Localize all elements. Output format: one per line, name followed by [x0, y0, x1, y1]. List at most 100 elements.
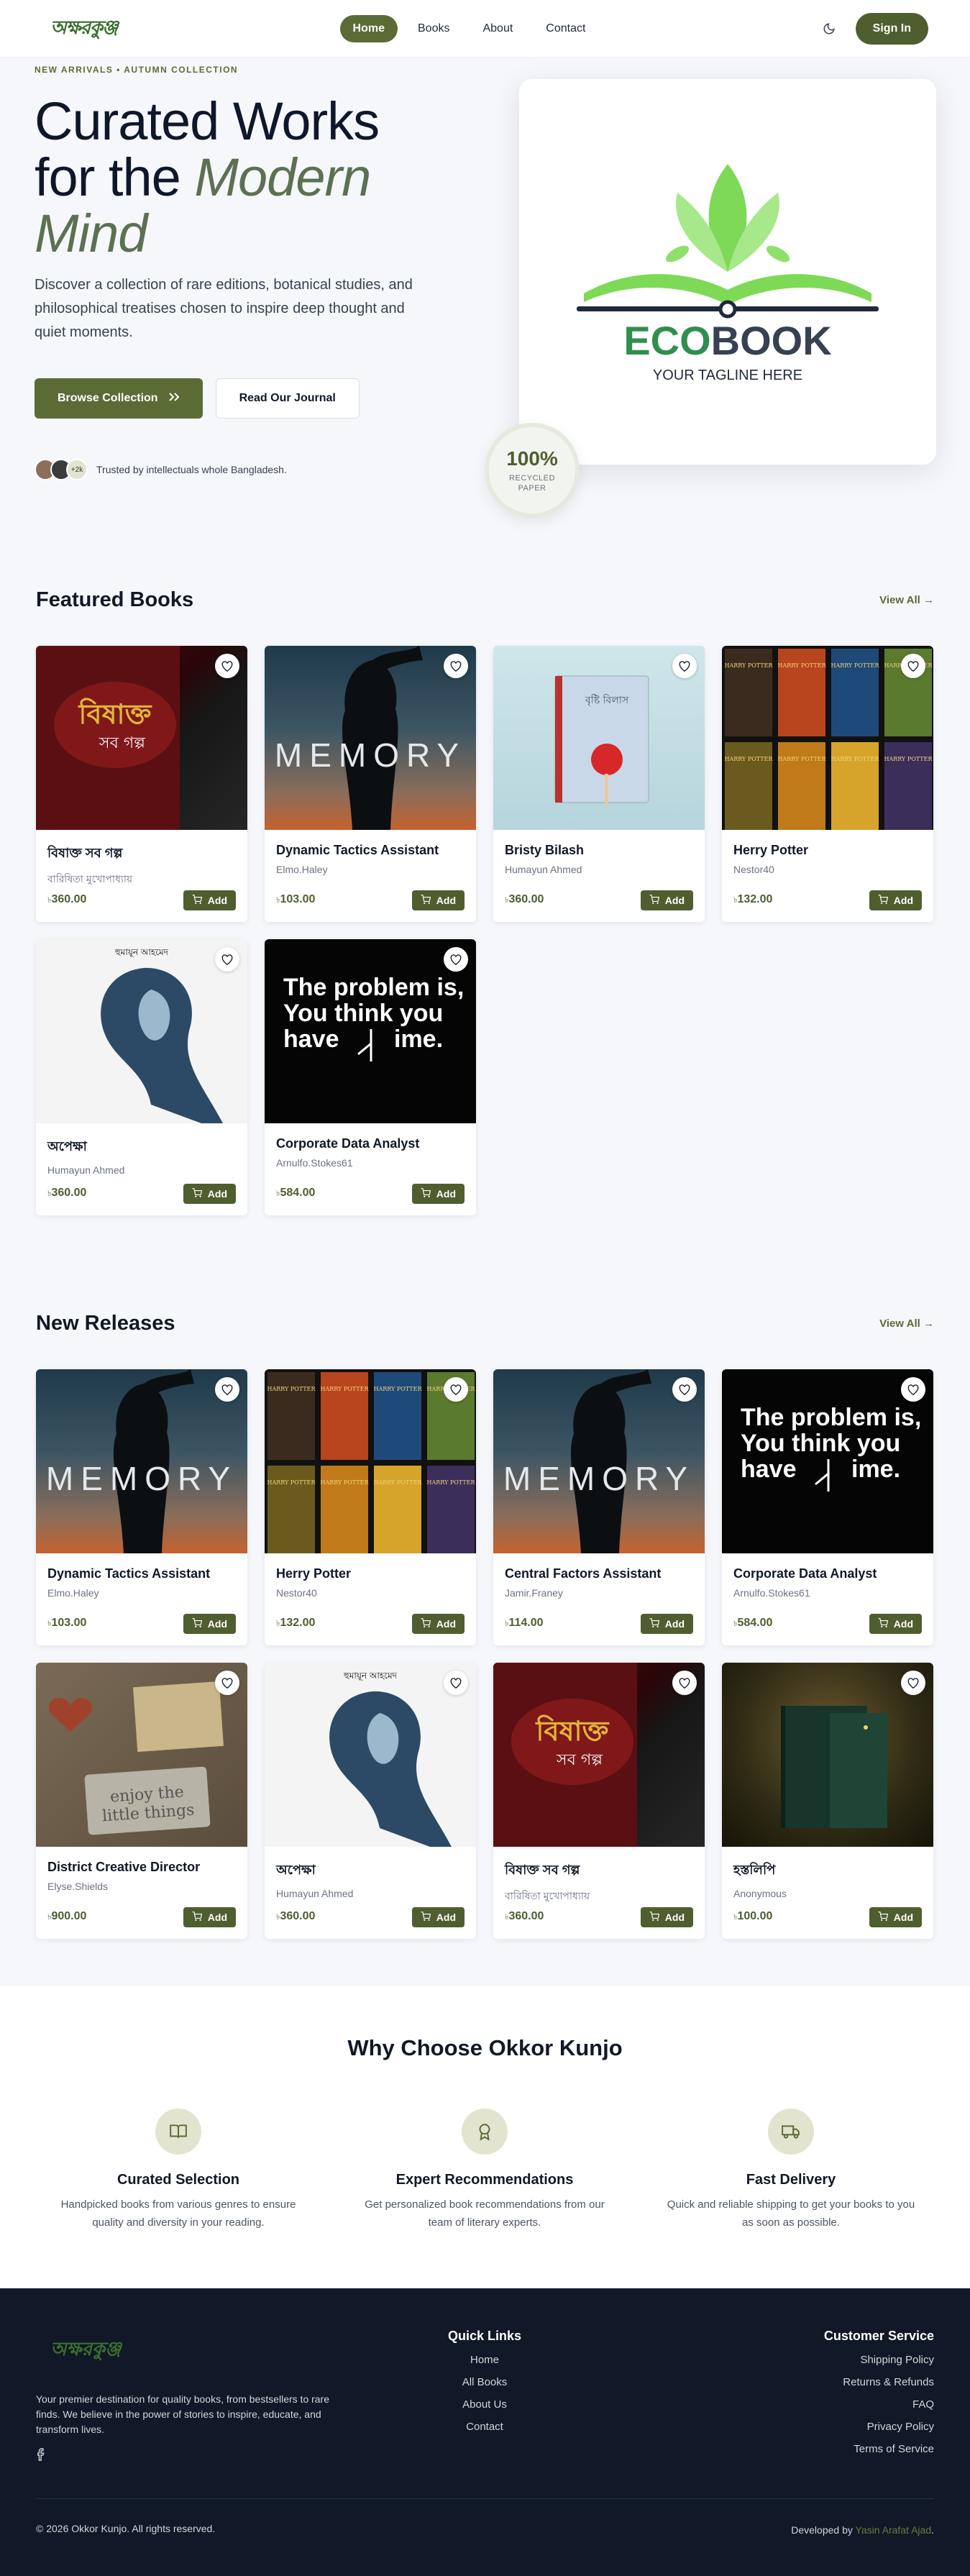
nav-link-home[interactable]: Home	[339, 14, 398, 42]
add-to-cart-button[interactable]: Add	[411, 1907, 465, 1927]
book-card[interactable]: হুমায়ূন আহমেদ অপেক্ষা Humayun Ahmed ৳360.0…	[265, 1663, 476, 1939]
footer-link-privacy[interactable]: Privacy Policy	[776, 2421, 934, 2433]
facebook-icon[interactable]	[37, 2448, 46, 2465]
view-all-link[interactable]: View All →	[879, 594, 934, 606]
book-card[interactable]: The problem is, You think you have ime. Corp…	[265, 939, 476, 1215]
heart-icon[interactable]	[215, 947, 239, 972]
book-cover[interactable]: বিষাক্ত সব গল্প	[493, 1663, 705, 1847]
book-cover[interactable]: MEMORY	[265, 646, 476, 830]
heart-icon[interactable]	[444, 654, 468, 678]
add-to-cart-button[interactable]: Add	[869, 1614, 922, 1634]
footer-link-home[interactable]: Home	[413, 2354, 557, 2366]
heart-icon[interactable]	[215, 1671, 239, 1695]
book-cover[interactable]: বৃষ্টি বিলাস	[493, 646, 705, 830]
badge-label-1: RECYCLED	[509, 474, 555, 483]
add-to-cart-button[interactable]: Add	[411, 1614, 465, 1634]
book-cover[interactable]: হুমায়ূন আহমেদ	[265, 1663, 476, 1847]
book-title[interactable]: বিষাক্ত সব গল্প	[505, 1860, 693, 1882]
footer-link-all-books[interactable]: All Books	[413, 2376, 557, 2388]
read-journal-button[interactable]: Read Our Journal	[215, 378, 360, 419]
footer-link-faq[interactable]: FAQ	[776, 2398, 934, 2411]
heart-icon[interactable]	[444, 1377, 468, 1402]
book-title[interactable]: অপেক্ষা	[276, 1860, 465, 1882]
book-card[interactable]: MEMORY Dynamic Tactics Assistant Elmo.Hale…	[265, 646, 476, 922]
nav-link-books[interactable]: Books	[405, 15, 462, 42]
book-card[interactable]: বৃষ্টি বিলাস Bristy Bilash Humayun Ahmed ৳3…	[493, 646, 705, 922]
footer-link-about-us[interactable]: About Us	[413, 2398, 557, 2411]
add-to-cart-button[interactable]: Add	[183, 890, 236, 910]
book-title[interactable]: Herry Potter	[276, 1566, 465, 1581]
heart-icon[interactable]	[215, 1377, 239, 1402]
book-cover[interactable]: The problem is, You think you have ime.	[722, 1369, 933, 1553]
book-cover[interactable]: enjoy the little things	[36, 1663, 247, 1847]
heart-icon[interactable]	[901, 1671, 925, 1695]
book-cover[interactable]: হুমায়ূন আহমেদ	[36, 939, 247, 1123]
price-value: 360.00	[508, 893, 544, 905]
sign-in-button[interactable]: Sign In	[855, 12, 928, 45]
book-card[interactable]: HARRY POTTER HARRY POTTER HARRY POTTER HARR…	[722, 646, 933, 922]
book-card[interactable]: MEMORY Central Factors Assistant Jamir.Fra…	[493, 1369, 705, 1645]
add-to-cart-button[interactable]: Add	[869, 890, 922, 910]
add-to-cart-button[interactable]: Add	[869, 1907, 922, 1927]
book-title[interactable]: District Creative Director	[47, 1860, 236, 1875]
book-cover[interactable]: MEMORY	[493, 1369, 705, 1553]
add-to-cart-button[interactable]: Add	[640, 1614, 693, 1634]
add-to-cart-button[interactable]: Add	[411, 890, 465, 910]
book-title[interactable]: Corporate Data Analyst	[276, 1136, 465, 1151]
add-to-cart-button[interactable]: Add	[411, 1184, 465, 1204]
add-to-cart-button[interactable]: Add	[183, 1907, 236, 1927]
heart-icon[interactable]	[901, 1377, 925, 1402]
view-all-link[interactable]: View All →	[879, 1317, 934, 1330]
book-card[interactable]: enjoy the little things District Creative …	[36, 1663, 247, 1939]
book-cover[interactable]: MEMORY	[36, 1369, 247, 1553]
cover-title-line1: The problem is,	[741, 1404, 921, 1431]
book-card[interactable]: The problem is, You think you have ime. Corp…	[722, 1369, 933, 1645]
heart-icon[interactable]	[672, 654, 697, 678]
nav-link-contact[interactable]: Contact	[533, 15, 598, 42]
footer-link-shipping[interactable]: Shipping Policy	[776, 2354, 934, 2366]
footer-link-returns[interactable]: Returns & Refunds	[776, 2376, 934, 2388]
footer-link-contact[interactable]: Contact	[413, 2421, 557, 2433]
heart-icon[interactable]	[672, 1671, 697, 1695]
heart-icon[interactable]	[901, 654, 925, 678]
heart-icon[interactable]	[672, 1377, 697, 1402]
add-to-cart-button[interactable]: Add	[640, 1907, 693, 1927]
site-logo[interactable]: অক্ষরকুঞ্জ	[50, 13, 118, 45]
book-cover[interactable]: The problem is, You think you have ime.	[265, 939, 476, 1123]
add-to-cart-button[interactable]: Add	[640, 890, 693, 910]
nav-link-about[interactable]: About	[470, 15, 526, 42]
book-title[interactable]: হস্তলিপি	[733, 1860, 922, 1882]
hero-title: Curated Works for the Modern Mind	[35, 93, 466, 262]
book-card[interactable]: হস্তলিপি Anonymous ৳100.00 Add	[722, 1663, 933, 1939]
book-card[interactable]: MEMORY Dynamic Tactics Assistant Elmo.Hale…	[36, 1369, 247, 1645]
hero-subtitle: Discover a collection of rare editions, …	[35, 277, 413, 340]
book-card[interactable]: হুমায়ূন আহমেদ অপেক্ষা Humayun Ahmed ৳360.0…	[36, 939, 247, 1215]
book-title[interactable]: Dynamic Tactics Assistant	[276, 843, 465, 858]
add-to-cart-button[interactable]: Add	[183, 1184, 236, 1204]
book-cover[interactable]: HARRY POTTER HARRY POTTER HARRY POTTER HARR…	[265, 1369, 476, 1553]
book-card[interactable]: বিষাক্ত সব গল্প বিষাক্ত সব গল্প বারিষিতা মু…	[493, 1663, 705, 1939]
book-title[interactable]: বিষাক্ত সব গল্প	[47, 843, 236, 865]
book-card[interactable]: HARRY POTTER HARRY POTTER HARRY POTTER HARR…	[265, 1369, 476, 1645]
book-price: ৳900.00	[47, 1910, 86, 1924]
book-title[interactable]: Central Factors Assistant	[505, 1566, 693, 1581]
book-title[interactable]: অপেক্ষা	[47, 1136, 236, 1159]
footer-link-terms[interactable]: Terms of Service	[776, 2443, 934, 2455]
heart-icon[interactable]	[444, 1671, 468, 1695]
book-title[interactable]: Bristy Bilash	[505, 843, 693, 858]
heart-icon[interactable]	[215, 654, 239, 678]
cover-label: HARRY POTTER	[724, 662, 773, 669]
book-title[interactable]: Herry Potter	[733, 843, 922, 858]
book-card[interactable]: বিষাক্ত সব গল্প বিষাক্ত সব গল্প বারিষিতা মু…	[36, 646, 247, 922]
browse-collection-button[interactable]: Browse Collection	[35, 378, 203, 419]
book-cover[interactable]: বিষাক্ত সব গল্প	[36, 646, 247, 830]
book-title[interactable]: Dynamic Tactics Assistant	[47, 1566, 236, 1581]
add-to-cart-button[interactable]: Add	[183, 1614, 236, 1634]
book-cover[interactable]: HARRY POTTER HARRY POTTER HARRY POTTER HARR…	[722, 646, 933, 830]
dark-mode-toggle-icon[interactable]	[821, 21, 837, 37]
book-cover[interactable]	[722, 1663, 933, 1847]
footer-logo[interactable]: অক্ষরকুঞ্জ	[50, 2334, 121, 2366]
dev-name-link[interactable]: Yasin Arafat Ajad	[856, 2524, 932, 2536]
heart-icon[interactable]	[444, 947, 468, 972]
book-title[interactable]: Corporate Data Analyst	[733, 1566, 922, 1581]
